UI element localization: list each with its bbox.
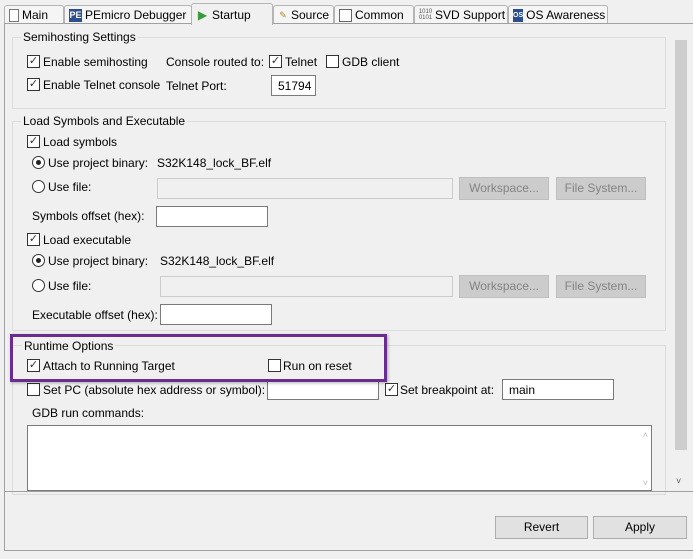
exe-file-input[interactable] — [160, 276, 453, 297]
tab-label: OS Awareness — [526, 8, 606, 22]
enable-semihosting-label: Enable semihosting — [43, 55, 148, 69]
tab-os-awareness[interactable]: OS OS Awareness — [508, 5, 608, 24]
tab-common[interactable]: Common — [334, 5, 414, 24]
sym-binary-value: S32K148_lock_BF.elf — [157, 156, 272, 170]
enable-semihosting-checkbox[interactable]: ✓ — [27, 55, 40, 68]
telnet-label: Telnet — [285, 55, 318, 69]
sym-use-project-binary-label: Use project binary: — [48, 156, 149, 170]
executable-offset-input[interactable] — [160, 304, 272, 325]
exe-use-file-label: Use file: — [48, 279, 92, 293]
gdb-run-commands-label: GDB run commands: — [32, 406, 145, 420]
console-routed-label: Console routed to: — [166, 55, 265, 69]
exe-binary-value: S32K148_lock_BF.elf — [160, 254, 275, 268]
exe-file-system-button[interactable]: File System... — [556, 275, 646, 298]
tab-label: Common — [355, 8, 404, 22]
pemicro-icon: PE — [69, 8, 82, 22]
divider — [5, 491, 693, 492]
document-icon — [9, 8, 19, 22]
exe-use-project-binary-radio[interactable] — [32, 254, 45, 267]
load-symbols-checkbox[interactable]: ✓ — [27, 135, 40, 148]
telnet-checkbox[interactable]: ✓ — [269, 55, 282, 68]
scroll-up-icon[interactable]: ˄ — [643, 430, 648, 440]
load-executable-label: Load executable — [43, 233, 132, 247]
tab-label: Startup — [212, 7, 251, 22]
scroll-down-icon[interactable]: ˅ — [643, 478, 648, 488]
tab-label: Main — [22, 8, 49, 22]
set-pc-checkbox[interactable] — [27, 383, 40, 396]
gdb-client-label: GDB client — [342, 55, 400, 69]
load-executable-checkbox[interactable]: ✓ — [27, 233, 40, 246]
set-breakpoint-checkbox[interactable]: ✓ — [385, 383, 398, 396]
enable-telnet-console-checkbox[interactable]: ✓ — [27, 78, 40, 91]
exe-use-file-radio[interactable] — [32, 279, 45, 292]
binary-icon: 1010 0101 — [418, 9, 433, 21]
exe-workspace-button[interactable]: Workspace... — [459, 275, 549, 298]
scrollbar-down-arrow-icon[interactable]: ˅ — [676, 476, 681, 486]
tab-main[interactable]: Main — [4, 5, 64, 24]
set-breakpoint-label: Set breakpoint at: — [400, 383, 495, 397]
gdb-client-checkbox[interactable] — [326, 55, 339, 68]
tab-pemicro-debugger[interactable]: PE PEmicro Debugger — [64, 5, 192, 24]
highlight-box — [10, 334, 387, 382]
load-symbols-label: Load symbols — [43, 135, 118, 149]
gdb-run-commands-textarea[interactable]: ˄ ˅ — [27, 425, 652, 491]
set-pc-label: Set PC (absolute hex address or symbol): — [43, 383, 266, 397]
symbols-offset-input[interactable] — [156, 206, 268, 227]
revert-button[interactable]: Revert — [495, 516, 588, 539]
symbols-offset-label: Symbols offset (hex): — [32, 209, 145, 223]
tab-label: Source — [290, 8, 329, 22]
telnet-port-label: Telnet Port: — [166, 79, 227, 93]
sym-file-system-button[interactable]: File System... — [556, 177, 646, 200]
load-group — [12, 121, 666, 331]
source-icon: ✎ — [279, 9, 287, 20]
sym-use-project-binary-radio[interactable] — [32, 156, 45, 169]
scrollbar-thumb[interactable] — [675, 40, 687, 450]
executable-offset-label: Executable offset (hex): — [32, 308, 158, 322]
load-title: Load Symbols and Executable — [21, 114, 188, 128]
sym-use-file-radio[interactable] — [32, 180, 45, 193]
os-icon: OS — [513, 8, 524, 22]
apply-button[interactable]: Apply — [593, 516, 687, 539]
tab-bar: Main PE PEmicro Debugger ▶ Startup ✎ Source… — [4, 3, 609, 25]
tab-svd-support[interactable]: 1010 0101 SVD Support — [414, 5, 508, 24]
tab-label: PEmicro Debugger — [85, 8, 187, 22]
play-icon: ▶ — [197, 7, 208, 22]
set-pc-input[interactable] — [267, 379, 379, 400]
semihosting-group — [12, 37, 666, 109]
semihosting-title: Semihosting Settings — [21, 30, 138, 44]
sym-workspace-button[interactable]: Workspace... — [459, 177, 549, 200]
tab-source[interactable]: ✎ Source — [273, 5, 334, 24]
sym-use-file-label: Use file: — [48, 180, 92, 194]
sym-file-input[interactable] — [157, 178, 453, 199]
enable-telnet-console-label: Enable Telnet console — [43, 78, 161, 92]
tab-label: SVD Support — [435, 8, 506, 22]
tab-startup[interactable]: ▶ Startup — [191, 3, 273, 25]
table-icon — [339, 8, 352, 22]
exe-use-project-binary-label: Use project binary: — [48, 254, 149, 268]
breakpoint-input[interactable]: main — [502, 379, 614, 400]
telnet-port-input[interactable]: 51794 — [271, 75, 316, 96]
